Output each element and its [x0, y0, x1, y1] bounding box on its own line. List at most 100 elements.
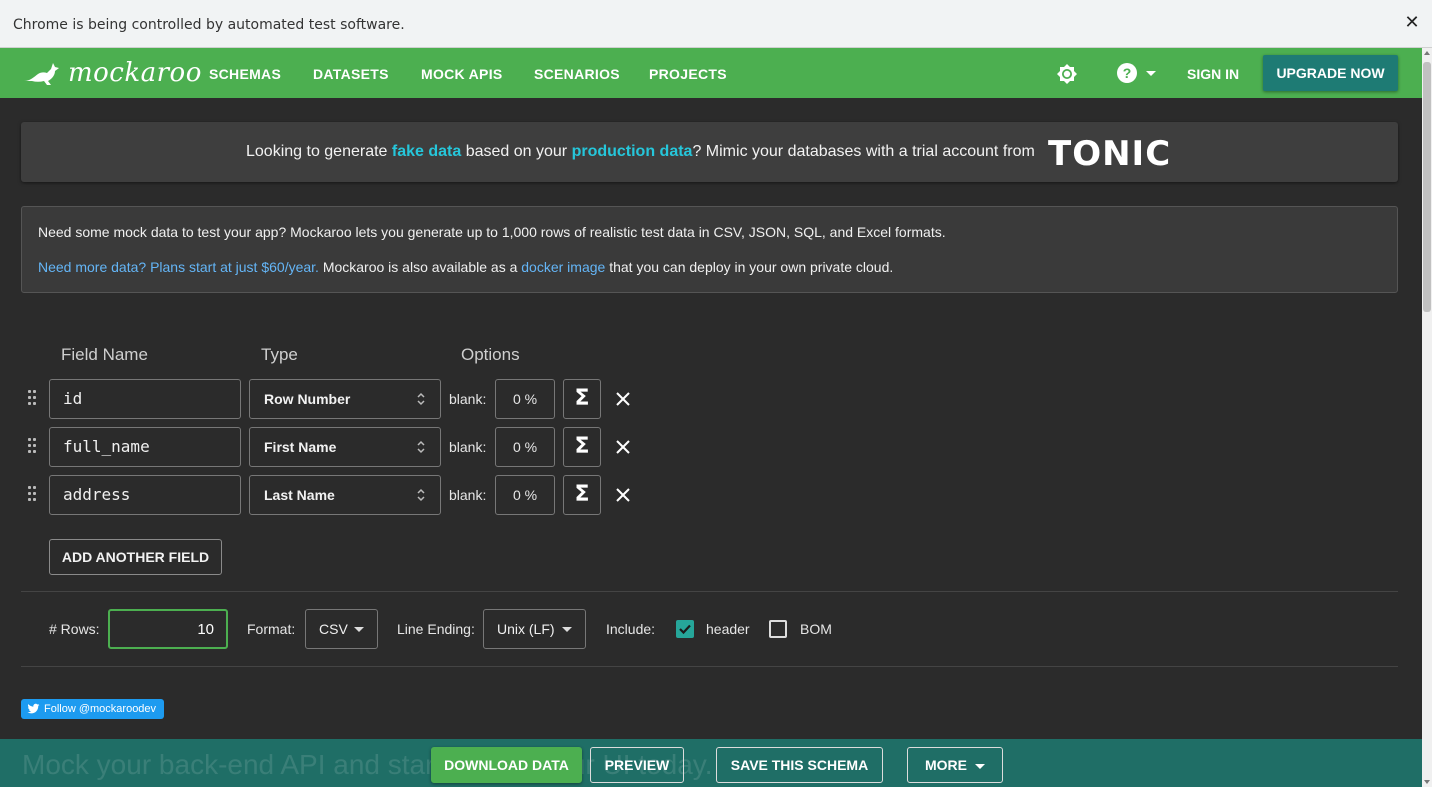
twitter-follow-button[interactable]: Follow @mockaroodev — [21, 699, 164, 719]
drag-handle-icon[interactable] — [28, 438, 38, 456]
up-down-icon — [417, 488, 425, 502]
field-name-input[interactable]: id — [49, 379, 241, 419]
more-button[interactable]: MORE — [907, 747, 1003, 783]
page-content: mockaroo SCHEMAS DATASETS MOCK APIS SCEN… — [0, 48, 1422, 787]
top-navbar: mockaroo SCHEMAS DATASETS MOCK APIS SCEN… — [0, 48, 1422, 98]
field-row: address Last Name blank: 0 % Σ — [0, 475, 700, 515]
drag-handle-icon[interactable] — [28, 486, 38, 504]
remove-field-icon[interactable] — [614, 390, 632, 408]
preview-button[interactable]: PREVIEW — [590, 747, 684, 783]
formula-sigma-button[interactable]: Σ — [563, 427, 601, 467]
nav-mock-apis[interactable]: MOCK APIS — [421, 66, 503, 82]
header-checkbox[interactable] — [676, 620, 694, 638]
line-ending-value: Unix (LF) — [497, 621, 555, 637]
caret-down-icon — [975, 763, 985, 769]
remove-field-icon[interactable] — [614, 438, 632, 456]
save-schema-button[interactable]: SAVE THIS SCHEMA — [716, 747, 883, 783]
rows-label: # Rows: — [49, 621, 100, 637]
format-value: CSV — [319, 621, 348, 637]
divider — [21, 591, 1398, 592]
docker-image-link[interactable]: docker image — [521, 259, 605, 275]
upgrade-now-button[interactable]: UPGRADE NOW — [1263, 55, 1398, 91]
scroll-down-icon[interactable] — [1424, 780, 1430, 784]
bom-checkbox-label: BOM — [800, 621, 832, 637]
scroll-up-icon[interactable] — [1424, 51, 1430, 55]
svg-text:?: ? — [1123, 65, 1132, 81]
download-data-button[interactable]: DOWNLOAD DATA — [431, 747, 582, 783]
header-checkbox-label: header — [706, 621, 750, 637]
caret-down-icon — [354, 627, 364, 632]
info-line-2: Need more data? Plans start at just $60/… — [38, 259, 893, 275]
options-header: Options — [461, 345, 520, 364]
formula-sigma-button[interactable]: Σ — [563, 379, 601, 419]
tonic-logo: TONIC — [1048, 134, 1172, 174]
twitter-bird-icon — [27, 703, 40, 714]
field-row: id Row Number blank: 0 % Σ — [0, 379, 700, 419]
blank-percent-input[interactable]: 0 % — [495, 427, 555, 467]
caret-down-icon — [562, 627, 572, 632]
info-panel: Need some mock data to test your app? Mo… — [21, 206, 1398, 293]
brightness-icon[interactable] — [1056, 63, 1078, 85]
sign-in-link[interactable]: SIGN IN — [1187, 66, 1239, 82]
tonic-text-2: based on your — [461, 143, 572, 160]
info-text-3: that you can deploy in your own private … — [605, 259, 894, 275]
format-select[interactable]: CSV — [305, 609, 378, 649]
rows-count-input[interactable]: 10 — [108, 609, 228, 649]
up-down-icon — [417, 440, 425, 454]
drag-handle-icon[interactable] — [28, 390, 38, 408]
check-icon — [679, 624, 691, 635]
scrollbar-thumb[interactable] — [1423, 62, 1431, 312]
field-type-label: Row Number — [264, 391, 351, 407]
blank-percent-input[interactable]: 0 % — [495, 379, 555, 419]
logo-text: mockaroo — [68, 58, 202, 88]
field-name-header: Field Name — [61, 345, 148, 364]
nav-projects[interactable]: PROJECTS — [649, 66, 727, 82]
field-type-select[interactable]: First Name — [249, 427, 441, 467]
logo[interactable]: mockaroo — [22, 58, 202, 88]
kangaroo-logo-icon — [24, 63, 59, 85]
remove-field-icon[interactable] — [614, 486, 632, 504]
close-icon[interactable]: ✕ — [1402, 13, 1422, 33]
automation-infobar: Chrome is being controlled by automated … — [0, 0, 1432, 48]
blank-label: blank: — [449, 391, 487, 407]
format-label: Format: — [247, 621, 296, 637]
blank-label: blank: — [449, 487, 487, 503]
tonic-highlight-production-data: production data — [571, 143, 693, 160]
field-name-input[interactable]: address — [49, 475, 241, 515]
blank-label: blank: — [449, 439, 487, 455]
field-type-select[interactable]: Last Name — [249, 475, 441, 515]
bom-checkbox[interactable] — [769, 620, 787, 638]
blank-percent-input[interactable]: 0 % — [495, 475, 555, 515]
nav-datasets[interactable]: DATASETS — [313, 66, 389, 82]
twitter-follow-label: Follow @mockaroodev — [44, 703, 157, 715]
infobar-message: Chrome is being controlled by automated … — [13, 17, 405, 33]
field-type-select[interactable]: Row Number — [249, 379, 441, 419]
bottom-action-bar: Mock your back-end API and start coding … — [0, 739, 1422, 787]
type-header: Type — [261, 345, 298, 364]
nav-schemas[interactable]: SCHEMAS — [209, 66, 281, 82]
field-name-input[interactable]: full_name — [49, 427, 241, 467]
nav-scenarios[interactable]: SCENARIOS — [534, 66, 620, 82]
info-intro-text: Need some mock data to test your app? Mo… — [38, 224, 946, 240]
info-text-2: Mockaroo is also available as a — [318, 259, 522, 275]
tonic-banner[interactable]: Looking to generate fake data based on y… — [21, 122, 1398, 182]
line-ending-label: Line Ending: — [397, 621, 475, 637]
tonic-banner-text: Looking to generate fake data based on y… — [246, 143, 1035, 161]
divider — [21, 666, 1398, 667]
help-icon[interactable]: ? — [1117, 63, 1137, 83]
tonic-highlight-fake-data: fake data — [391, 143, 462, 160]
add-another-field-button[interactable]: ADD ANOTHER FIELD — [49, 539, 222, 575]
tonic-text-3: ? Mimic your databases with a trial acco… — [692, 143, 1035, 160]
page-scrollbar[interactable] — [1422, 48, 1432, 787]
formula-sigma-button[interactable]: Σ — [563, 475, 601, 515]
up-down-icon — [417, 392, 425, 406]
field-type-label: Last Name — [264, 487, 335, 503]
chevron-down-icon[interactable] — [1146, 71, 1156, 77]
tonic-text-1: Looking to generate — [246, 143, 392, 160]
line-ending-select[interactable]: Unix (LF) — [483, 609, 586, 649]
field-type-label: First Name — [264, 439, 337, 455]
field-row: full_name First Name blank: 0 % Σ — [0, 427, 700, 467]
more-button-label: MORE — [925, 757, 967, 773]
pricing-link[interactable]: Need more data? Plans start at just $60/… — [38, 259, 319, 275]
include-label: Include: — [606, 621, 656, 637]
